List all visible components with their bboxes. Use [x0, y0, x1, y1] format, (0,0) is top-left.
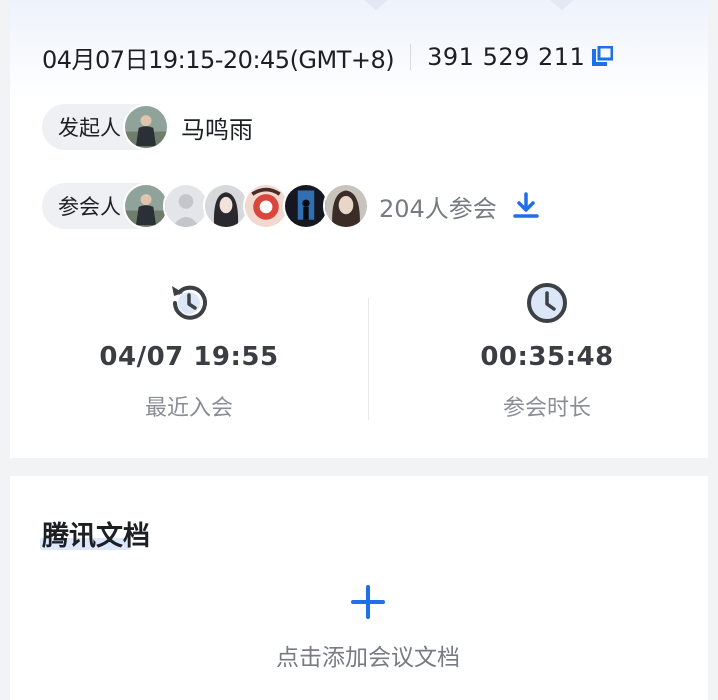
duration-value: 00:35:48 — [480, 342, 614, 372]
last-join-value: 04/07 19:55 — [99, 342, 279, 372]
download-icon[interactable] — [511, 191, 541, 221]
meeting-time-range: 04月07日19:15-20:45(GMT+8) — [42, 45, 395, 74]
participants-label: 参会人 — [58, 195, 121, 219]
docs-section-title: 腾讯文档 — [42, 521, 150, 552]
duration-label: 参会时长 — [502, 396, 591, 421]
plus-icon — [351, 585, 385, 619]
tab-notch — [364, 0, 388, 10]
history-clock-icon — [172, 285, 207, 320]
tab-notch — [550, 0, 574, 10]
host-label: 发起人 — [58, 116, 121, 140]
meeting-id: 391 529 211 — [427, 43, 586, 71]
avatar — [323, 183, 369, 229]
participants-row[interactable]: 参会人 204人参会 — [42, 183, 541, 229]
clock-icon — [527, 283, 567, 323]
duration-stat: 00:35:48 参会时长 — [397, 280, 697, 422]
participant-avatars[interactable] — [123, 183, 369, 229]
host-name: 马鸣雨 — [181, 115, 253, 144]
divider — [410, 44, 412, 70]
stats-divider — [368, 298, 369, 420]
avatar[interactable] — [123, 104, 169, 150]
add-doc-button[interactable]: 点击添加会议文档 — [250, 582, 486, 672]
add-doc-label: 点击添加会议文档 — [276, 645, 460, 671]
meeting-time-row: 04月07日19:15-20:45(GMT+8) 391 529 211 — [42, 40, 614, 74]
last-join-label: 最近入会 — [144, 396, 233, 421]
last-join-stat: 04/07 19:55 最近入会 — [39, 280, 339, 422]
copy-icon[interactable] — [591, 46, 614, 68]
participant-count: 204人参会 — [379, 194, 497, 223]
host-row: 发起人 马鸣雨 — [42, 104, 253, 150]
